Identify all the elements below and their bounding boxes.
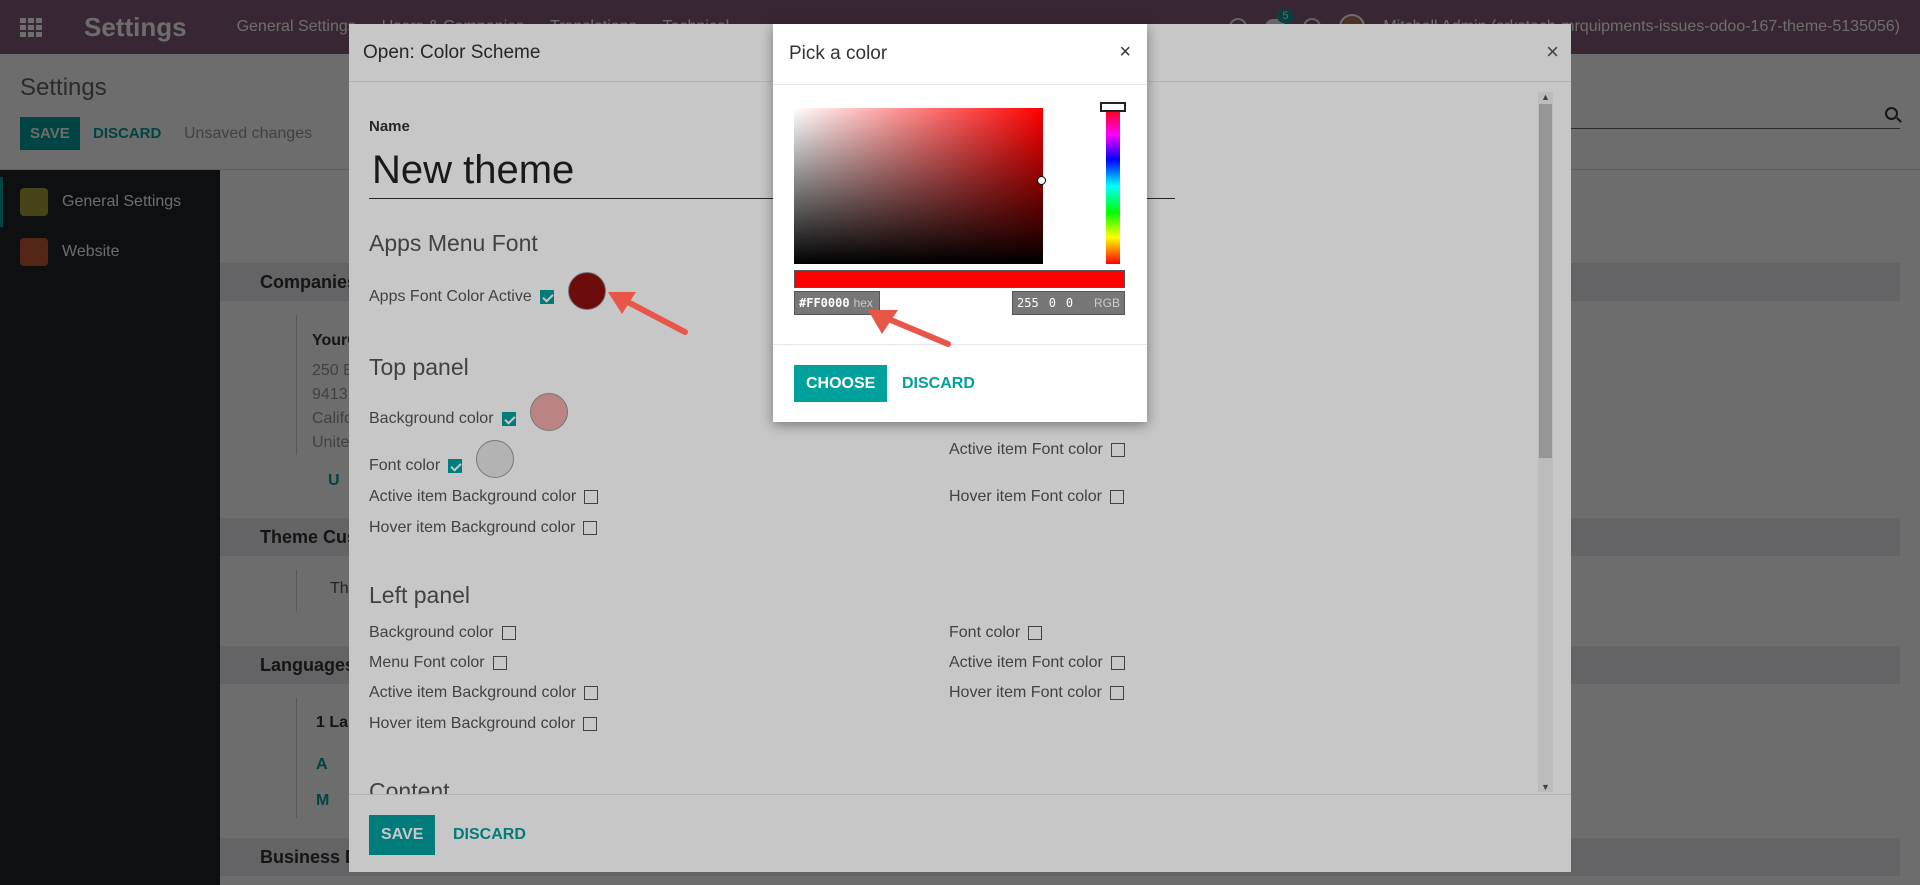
close-icon[interactable]: × — [1119, 41, 1131, 64]
choose-button[interactable]: CHOOSE — [794, 365, 888, 402]
annotation-arrow-icon — [868, 310, 951, 347]
picker-discard-button[interactable]: DISCARD — [902, 375, 975, 393]
rgb-input[interactable]: 255 0 0 RGB — [1012, 291, 1125, 315]
color-preview — [794, 270, 1125, 288]
picker-header: Pick a color × — [773, 24, 1147, 85]
hex-value[interactable]: #FF0000 — [799, 296, 850, 310]
rgb-red-value[interactable]: 255 — [1017, 296, 1039, 310]
rgb-label: RGB — [1093, 296, 1120, 310]
rgb-blue-value[interactable]: 0 — [1066, 296, 1073, 310]
picker-footer: CHOOSE DISCARD — [773, 344, 1147, 422]
picker-title: Pick a color — [789, 43, 888, 64]
rgb-green-value[interactable]: 0 — [1049, 296, 1056, 310]
hue-slider-handle[interactable] — [1100, 102, 1126, 112]
saturation-value-area[interactable] — [794, 108, 1043, 264]
hue-slider[interactable] — [1106, 108, 1120, 264]
annotation-arrow-icon — [608, 292, 688, 335]
saturation-pointer[interactable] — [1037, 176, 1046, 185]
color-picker-dialog: Pick a color × #FF0000 hex 255 0 0 RGB C… — [773, 24, 1147, 422]
